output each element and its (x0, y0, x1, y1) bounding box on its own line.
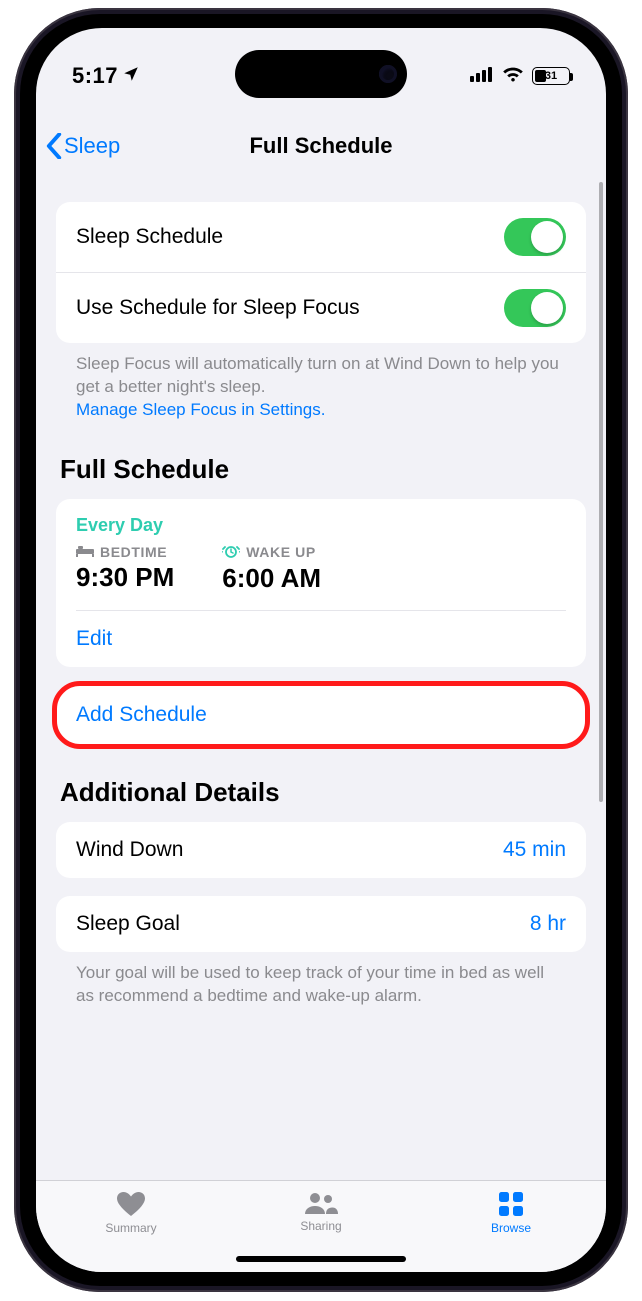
full-schedule-header: Full Schedule (56, 422, 586, 499)
wakeup-label: WAKE UP (246, 544, 316, 560)
nav-bar: Sleep Full Schedule (36, 118, 606, 174)
use-focus-toggle[interactable] (504, 289, 566, 327)
schedule-days: Every Day (76, 515, 566, 536)
status-bar: 5:17 (36, 52, 606, 100)
screen: 5:17 (36, 28, 606, 1272)
people-icon (304, 1191, 338, 1215)
manage-focus-link[interactable]: Manage Sleep Focus in Settings. (76, 400, 325, 419)
sleep-goal-group: Sleep Goal 8 hr (56, 896, 586, 952)
edit-schedule-button[interactable]: Edit (76, 610, 566, 667)
schedule-card[interactable]: Every Day BEDTIME 9:30 PM (56, 499, 586, 667)
bedtime-value: 9:30 PM (76, 562, 174, 593)
focus-footer-note: Sleep Focus will automatically turn on a… (56, 343, 586, 422)
wind-down-value: 45 min (503, 838, 566, 862)
tab-sharing-label: Sharing (300, 1219, 341, 1233)
grid-icon (498, 1191, 524, 1217)
bed-icon (76, 544, 94, 560)
content-scroll[interactable]: Sleep Schedule Use Schedule for Sleep Fo… (36, 178, 606, 1180)
status-time: 5:17 (72, 63, 118, 89)
wind-down-label: Wind Down (76, 838, 183, 862)
tab-browse-label: Browse (491, 1221, 531, 1235)
goal-footer-note: Your goal will be used to keep track of … (56, 952, 586, 1008)
page-title: Full Schedule (249, 133, 392, 159)
sleep-schedule-label: Sleep Schedule (76, 225, 223, 249)
focus-note-text: Sleep Focus will automatically turn on a… (76, 354, 559, 396)
sleep-goal-label: Sleep Goal (76, 912, 180, 936)
tab-browse[interactable]: Browse (416, 1181, 606, 1272)
sleep-schedule-toggle[interactable] (504, 218, 566, 256)
location-icon (122, 63, 140, 89)
alarm-icon (222, 544, 240, 561)
sleep-goal-value: 8 hr (530, 912, 566, 936)
use-focus-label: Use Schedule for Sleep Focus (76, 296, 360, 320)
back-button[interactable]: Sleep (46, 133, 120, 159)
heart-icon (116, 1191, 146, 1217)
wind-down-group: Wind Down 45 min (56, 822, 586, 878)
battery-icon: 31 (532, 67, 570, 85)
back-label: Sleep (64, 133, 120, 159)
cellular-icon (470, 66, 494, 87)
tab-summary-label: Summary (105, 1221, 156, 1235)
battery-percent: 31 (533, 69, 569, 83)
wakeup-value: 6:00 AM (222, 563, 321, 594)
wifi-icon (502, 66, 524, 87)
bedtime-label: BEDTIME (100, 544, 167, 560)
add-schedule-button[interactable]: Add Schedule (56, 685, 586, 745)
home-indicator[interactable] (236, 1256, 406, 1262)
additional-details-header: Additional Details (56, 745, 586, 822)
phone-frame: 5:17 (14, 8, 628, 1292)
toggle-group: Sleep Schedule Use Schedule for Sleep Fo… (56, 202, 586, 343)
sleep-schedule-row: Sleep Schedule (56, 202, 586, 272)
wind-down-row[interactable]: Wind Down 45 min (56, 822, 586, 878)
use-focus-row: Use Schedule for Sleep Focus (56, 272, 586, 343)
tab-summary[interactable]: Summary (36, 1181, 226, 1272)
sleep-goal-row[interactable]: Sleep Goal 8 hr (56, 896, 586, 952)
